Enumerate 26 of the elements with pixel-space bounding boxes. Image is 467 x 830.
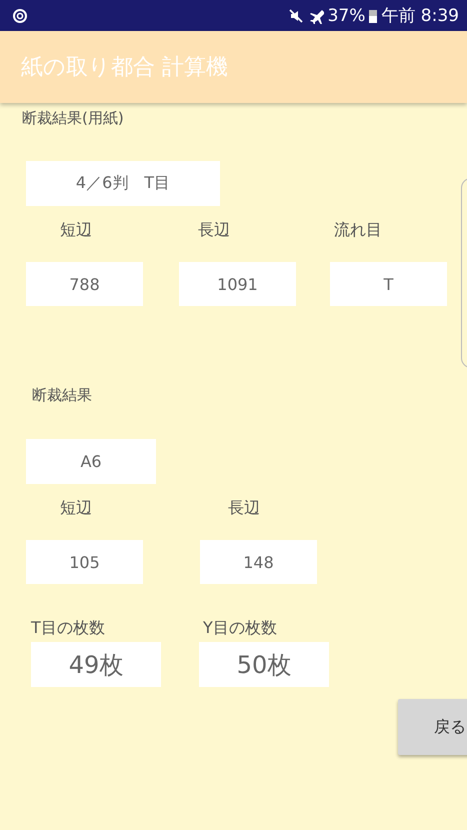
cut-size-field: A6	[26, 439, 156, 484]
app-title: 紙の取り都合 計算機	[21, 54, 228, 82]
battery-percent: 37%	[328, 6, 366, 26]
field-label: 長辺	[198, 220, 231, 241]
count-label: Y目の枚数	[203, 618, 278, 639]
field-label: 流れ目	[334, 220, 383, 241]
airplane-icon	[308, 8, 324, 24]
count-label: T目の枚数	[31, 618, 106, 639]
value-field: 1091	[179, 262, 296, 306]
paper-size-field: 4／6判 T目	[26, 161, 220, 206]
value-field: 105	[26, 540, 143, 584]
value-field: T	[330, 262, 447, 306]
field-label: 長辺	[228, 498, 261, 519]
battery-icon	[369, 8, 378, 22]
clock: 午前 8:39	[381, 5, 459, 27]
mute-icon	[288, 8, 304, 24]
field-label: 短辺	[60, 498, 93, 519]
target-icon	[12, 8, 28, 24]
back-button[interactable]: 戻る	[398, 699, 467, 755]
count-field: 50枚	[199, 642, 329, 687]
value-field: 788	[26, 262, 143, 306]
count-field: 49枚	[31, 642, 161, 687]
value-field: 148	[200, 540, 317, 584]
field-label: 短辺	[60, 220, 93, 241]
section-heading: 断裁結果	[32, 386, 92, 405]
section-heading: 断裁結果(用紙)	[22, 109, 124, 128]
